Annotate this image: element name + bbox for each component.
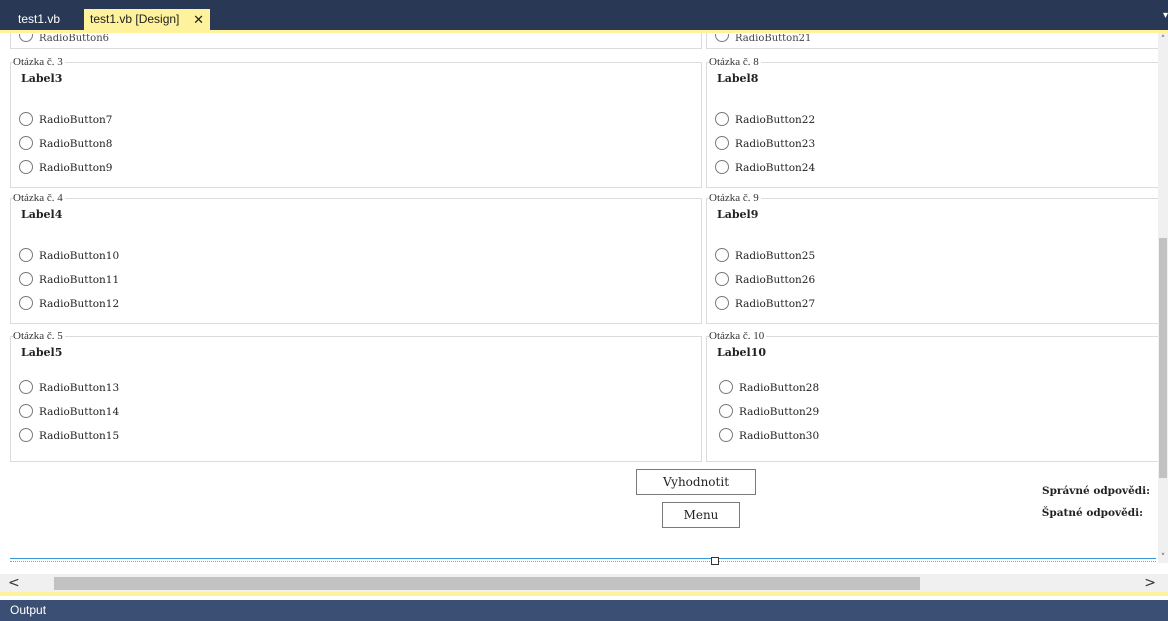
radio-button[interactable]: RadioButton21 <box>715 34 811 48</box>
selection-border-dotted <box>10 561 1156 562</box>
radio-label: RadioButton23 <box>735 138 816 150</box>
radio-label: RadioButton14 <box>39 406 120 418</box>
group-title: Otázka č. 10 <box>709 329 767 343</box>
radio-button[interactable]: RadioButton25 <box>715 248 815 264</box>
scroll-left-icon[interactable]: < <box>8 574 20 592</box>
radio-label: RadioButton24 <box>735 162 816 174</box>
group-title: Otázka č. 4 <box>13 191 65 205</box>
radio-button[interactable]: RadioButton6 <box>19 34 109 48</box>
radio-button[interactable]: RadioButton29 <box>719 404 819 420</box>
tab-code[interactable]: test1.vb <box>12 9 66 30</box>
radio-label: RadioButton12 <box>39 298 120 310</box>
group-otazka-4[interactable]: Otázka č. 4 Label4 RadioButton10 RadioBu… <box>10 191 702 324</box>
tab-designer-label: test1.vb [Design] <box>90 12 180 26</box>
wrong-answers-label: Špatné odpovědi: <box>1041 507 1143 519</box>
output-panel-title[interactable]: Output <box>10 603 46 617</box>
radio-button[interactable]: RadioButton9 <box>19 160 113 176</box>
output-panel-header[interactable]: Output <box>0 600 1168 621</box>
question-label[interactable]: Label8 <box>717 72 758 85</box>
group-title: Otázka č. 5 <box>13 329 65 343</box>
evaluate-button[interactable]: Vyhodnotit <box>636 469 756 495</box>
radio-button[interactable]: RadioButton26 <box>715 272 815 288</box>
radio-label: RadioButton25 <box>735 250 816 262</box>
radio-button[interactable]: RadioButton27 <box>715 296 815 312</box>
radio-label: RadioButton7 <box>39 114 113 126</box>
radio-label: RadioButton21 <box>735 34 812 44</box>
group-otazka-10[interactable]: Otázka č. 10 Label10 RadioButton28 Radio… <box>706 329 1158 462</box>
tab-designer[interactable]: test1.vb [Design] ✕ <box>84 9 210 30</box>
radio-label: RadioButton10 <box>39 250 120 262</box>
radio-label: RadioButton22 <box>735 114 816 126</box>
form-designer-surface: RadioButton6 RadioButton21 Otázka č. 3 L… <box>0 30 1168 595</box>
radio-label: RadioButton27 <box>735 298 816 310</box>
question-label[interactable]: Label3 <box>21 72 62 85</box>
radio-button[interactable]: RadioButton22 <box>715 112 815 128</box>
resize-handle[interactable] <box>711 557 719 565</box>
group-otazka-5[interactable]: Otázka č. 5 Label5 RadioButton13 RadioBu… <box>10 329 702 462</box>
group-otazka-7[interactable]: RadioButton21 <box>706 33 1158 49</box>
radio-button[interactable]: RadioButton23 <box>715 136 815 152</box>
radio-label: RadioButton30 <box>739 430 820 442</box>
scroll-down-icon[interactable]: ˅ <box>1158 553 1168 563</box>
group-title: Otázka č. 9 <box>709 191 761 205</box>
radio-button[interactable]: RadioButton28 <box>719 380 819 396</box>
group-title: Otázka č. 8 <box>709 55 761 69</box>
radio-label: RadioButton26 <box>735 274 816 286</box>
radio-label: RadioButton8 <box>39 138 113 150</box>
correct-answers-label: Správné odpovědi: <box>1041 485 1150 497</box>
radio-button[interactable]: RadioButton12 <box>19 296 119 312</box>
radio-label: RadioButton13 <box>39 382 120 394</box>
radio-label: RadioButton28 <box>739 382 820 394</box>
radio-label: RadioButton11 <box>39 274 120 286</box>
group-otazka-3[interactable]: Otázka č. 3 Label3 RadioButton7 RadioBut… <box>10 55 702 188</box>
group-otazka-2[interactable]: RadioButton6 <box>10 33 702 49</box>
radio-label: RadioButton15 <box>39 430 120 442</box>
designer-bottom-border <box>0 592 1168 596</box>
scroll-right-icon[interactable]: > <box>1144 574 1156 592</box>
radio-button[interactable]: RadioButton15 <box>19 428 119 444</box>
radio-label: RadioButton29 <box>739 406 820 418</box>
vertical-scrollbar[interactable]: ˄ ˅ <box>1158 33 1168 563</box>
horizontal-scrollbar[interactable]: < > <box>0 574 1168 592</box>
question-label[interactable]: Label5 <box>21 346 62 359</box>
radio-button[interactable]: RadioButton11 <box>19 272 119 288</box>
radio-label: RadioButton9 <box>39 162 113 174</box>
horizontal-scroll-thumb[interactable] <box>54 577 920 590</box>
radio-button[interactable]: RadioButton7 <box>19 112 113 128</box>
question-label[interactable]: Label9 <box>717 208 758 221</box>
group-otazka-8[interactable]: Otázka č. 8 Label8 RadioButton22 RadioBu… <box>706 55 1158 188</box>
radio-label: RadioButton6 <box>39 34 109 44</box>
menu-button[interactable]: Menu <box>662 502 740 528</box>
close-icon[interactable]: ✕ <box>193 9 204 30</box>
group-otazka-9[interactable]: Otázka č. 9 Label9 RadioButton25 RadioBu… <box>706 191 1158 324</box>
document-tab-bar: test1.vb test1.vb [Design] ✕ ▾ <box>0 0 1168 30</box>
question-label[interactable]: Label10 <box>717 346 766 359</box>
radio-button[interactable]: RadioButton14 <box>19 404 119 420</box>
selection-border <box>10 558 1156 559</box>
group-title: Otázka č. 3 <box>13 55 65 69</box>
scroll-up-icon[interactable]: ˄ <box>1158 35 1168 45</box>
vertical-scroll-thumb[interactable] <box>1159 238 1167 478</box>
form-canvas: RadioButton6 RadioButton21 Otázka č. 3 L… <box>10 33 1158 560</box>
radio-button[interactable]: RadioButton13 <box>19 380 119 396</box>
radio-button[interactable]: RadioButton10 <box>19 248 119 264</box>
tab-dropdown-icon[interactable]: ▾ <box>1163 10 1168 21</box>
question-label[interactable]: Label4 <box>21 208 62 221</box>
radio-button[interactable]: RadioButton24 <box>715 160 815 176</box>
radio-button[interactable]: RadioButton8 <box>19 136 113 152</box>
radio-button[interactable]: RadioButton30 <box>719 428 819 444</box>
